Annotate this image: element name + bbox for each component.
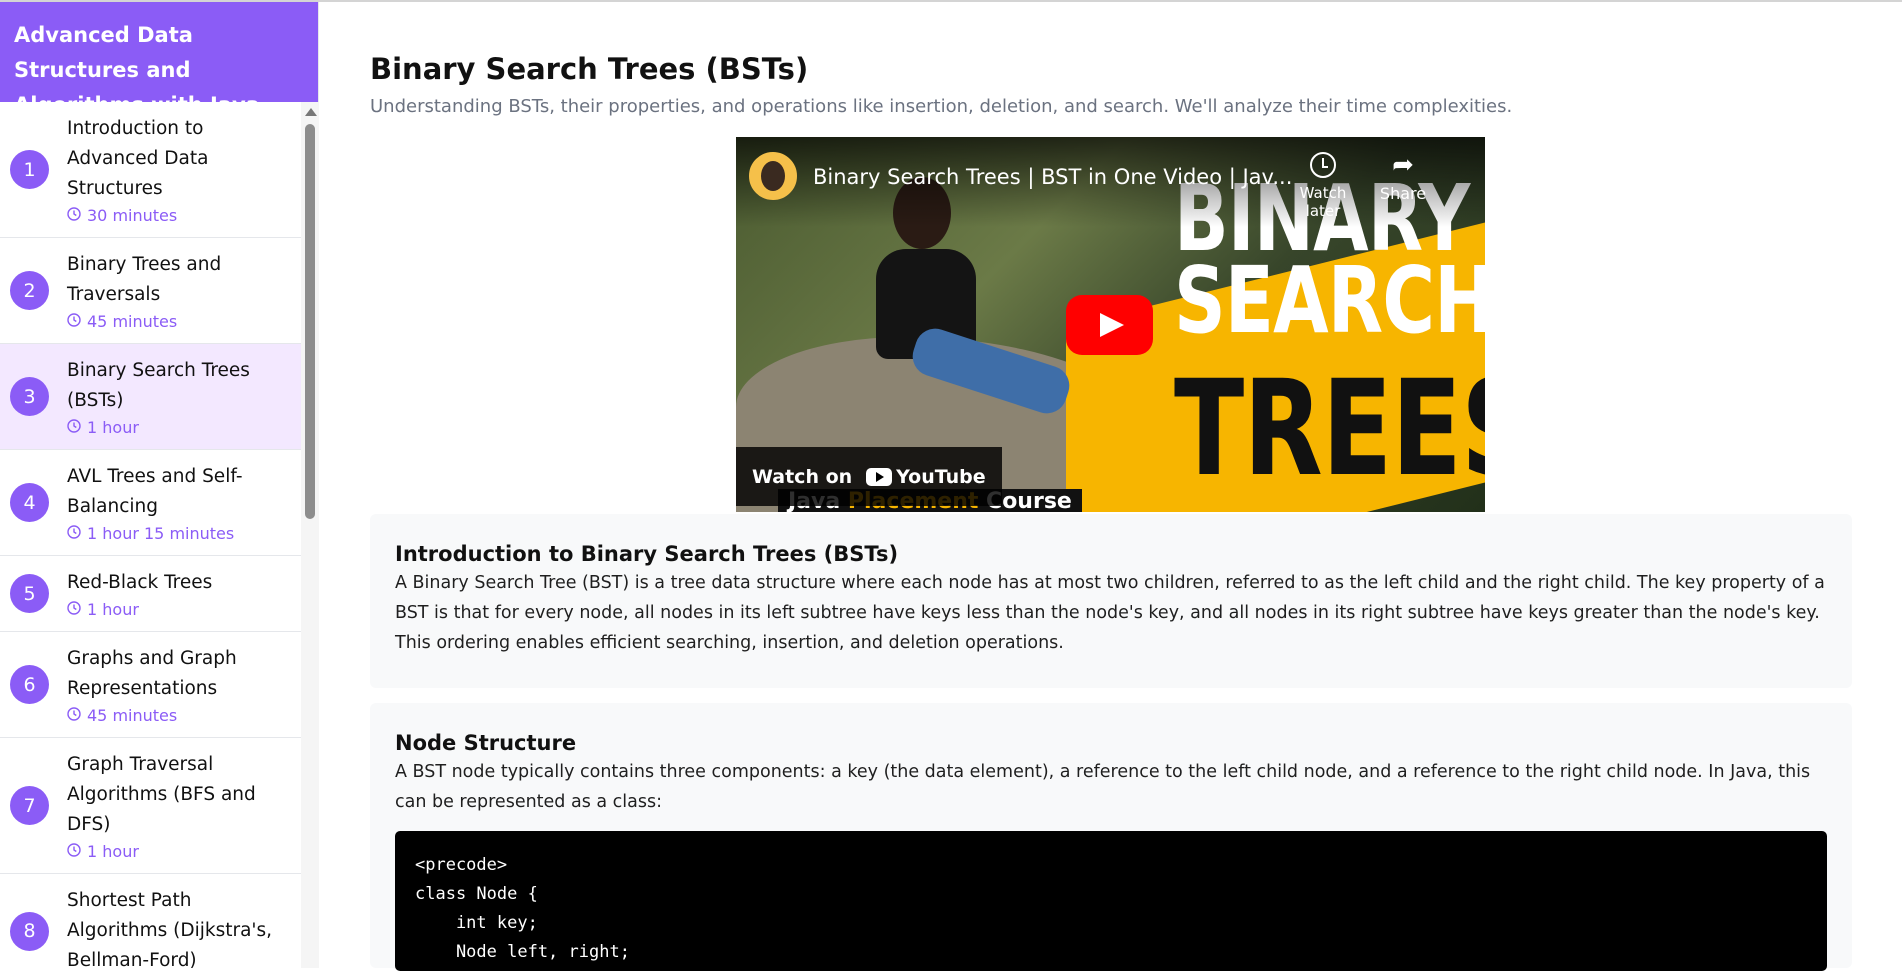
thumbnail-word-search: SEARCH [1174,247,1485,354]
share-icon: ➦ [1392,150,1414,180]
lesson-title: Red-Black Trees [67,572,213,593]
page-title: Binary Search Trees (BSTs) [370,52,809,86]
lesson-duration: 1 hour [67,842,291,861]
lesson-title: Introduction to Advanced Data Structures [67,118,209,199]
section-body: A Binary Search Tree (BST) is a tree dat… [395,573,1825,653]
lesson-content: Binary Search Trees (BSTs) Understanding… [370,2,1852,971]
lesson-item[interactable]: 2 Binary Trees and Traversals 45 minutes [0,238,301,344]
code-block: <precode> class Node { int key; Node lef… [395,831,1827,971]
lesson-number: 7 [10,786,49,825]
lesson-title: Shortest Path Algorithms (Dijkstra's, Be… [67,890,273,968]
lesson-number: 8 [10,911,49,951]
clock-icon [67,206,87,225]
video-embed[interactable]: BINARY SEARCH TREES Java Placement Cours… [736,137,1485,512]
lesson-item[interactable]: 4 AVL Trees and Self-Balancing 1 hour 15 m… [0,450,301,556]
section-body: A BST node typically contains three comp… [395,762,1811,812]
section-heading: Introduction to Binary Search Trees (BST… [395,542,899,566]
lesson-duration: 1 hour 15 minutes [67,524,291,543]
lesson-duration: 30 minutes [67,206,291,225]
lesson-number: 6 [10,665,49,704]
lesson-item[interactable]: 3 Binary Search Trees (BSTs) 1 hour [0,344,301,450]
lesson-number: 2 [10,271,49,310]
clock-icon [67,842,87,861]
lesson-item[interactable]: 1 Introduction to Advanced Data Structure… [0,102,301,238]
lesson-duration: 1 hour [67,600,291,619]
lesson-title: Graphs and Graph Representations [67,648,237,699]
section-card: Node Structure A BST node typically cont… [370,703,1852,971]
lesson-title: Graph Traversal Algorithms (BFS and DFS) [67,754,256,835]
scrollbar-thumb[interactable] [305,124,315,519]
sidebar-scrollbar[interactable] [301,102,319,968]
youtube-logo-icon: YouTube [866,466,986,488]
lesson-item[interactable]: 5 Red-Black Trees 1 hour [0,556,301,632]
page-subtitle: Understanding BSTs, their properties, an… [370,96,1513,117]
lesson-duration: 1 hour [67,418,291,437]
scroll-up-arrow-icon[interactable] [305,108,317,116]
section-card: Introduction to Binary Search Trees (BST… [370,514,1852,688]
lesson-number: 4 [10,483,49,522]
course-title: Advanced Data Structures and Algorithms … [0,2,318,117]
clock-icon [1310,152,1336,178]
clock-icon [67,524,87,543]
lesson-title: Binary Search Trees (BSTs) [67,360,250,411]
clock-icon [67,600,87,619]
lesson-item[interactable]: 7 Graph Traversal Algorithms (BFS and DFS… [0,738,301,874]
lesson-number: 5 [10,574,49,613]
watch-on-youtube-button[interactable]: Watch on YouTube [736,447,1002,506]
channel-avatar[interactable] [749,152,797,200]
video-title[interactable]: Binary Search Trees | BST in One Video |… [813,165,1292,189]
clock-icon [67,706,87,725]
lesson-title: Binary Trees and Traversals [67,254,222,305]
clock-icon [67,312,87,331]
share-button[interactable]: ➦ Share [1373,152,1433,203]
lesson-number: 3 [10,377,49,416]
lesson-title: AVL Trees and Self-Balancing [67,466,243,517]
lesson-duration: 45 minutes [67,312,291,331]
lesson-duration: 45 minutes [67,706,291,725]
lesson-list[interactable]: 1 Introduction to Advanced Data Structure… [0,102,301,968]
watch-later-button[interactable]: Watch later [1283,152,1363,220]
clock-icon [67,418,87,437]
lesson-item[interactable]: 8 Shortest Path Algorithms (Dijkstra's, B… [0,874,301,968]
lesson-number: 1 [10,150,49,189]
section-heading: Node Structure [395,731,577,755]
thumbnail-word-trees: TREES [1174,352,1485,506]
course-sidebar: Advanced Data Structures and Algorithms … [0,2,319,968]
lesson-item[interactable]: 6 Graphs and Graph Representations 45 minu… [0,632,301,738]
play-button[interactable] [1066,295,1153,355]
